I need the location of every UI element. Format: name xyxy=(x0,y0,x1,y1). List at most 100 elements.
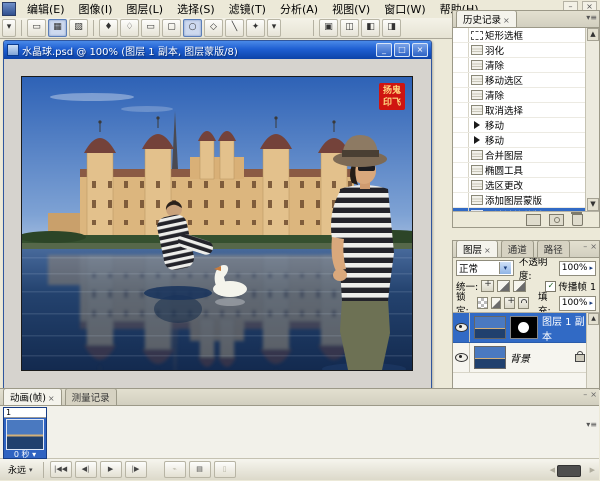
tab-paths[interactable]: 路径 xyxy=(537,240,570,257)
menu-select[interactable]: 选择(S) xyxy=(170,0,222,18)
arrow-right-icon[interactable]: ▸ xyxy=(589,264,593,272)
new-document-from-state-icon[interactable] xyxy=(526,214,541,226)
history-state[interactable]: 椭圆工具 xyxy=(453,163,599,178)
opacity-field[interactable]: 100% ▸ xyxy=(559,261,596,276)
lock-position-icon[interactable] xyxy=(504,297,515,309)
unify-visibility-icon[interactable] xyxy=(497,280,510,292)
layer-thumbnail[interactable] xyxy=(474,316,506,339)
history-state[interactable]: 选区更改 xyxy=(453,178,599,193)
exclude-shape-icon[interactable]: ◨ xyxy=(382,19,401,37)
tab-close-icon[interactable]: × xyxy=(48,394,55,403)
tool-preset-picker[interactable]: ▾ xyxy=(2,19,16,37)
subtract-from-shape-icon[interactable]: ◫ xyxy=(340,19,359,37)
shape-options-arrow-icon[interactable]: ▾ xyxy=(267,19,281,37)
menu-view[interactable]: 视图(V) xyxy=(325,0,377,18)
blend-mode-select[interactable]: 正常 ▾ xyxy=(456,260,514,276)
custom-shape-tool-icon[interactable]: ✦ xyxy=(246,19,265,37)
layer-mask-thumbnail[interactable] xyxy=(510,316,538,339)
tab-measurement-log[interactable]: 测量记录 xyxy=(65,388,117,405)
menu-edit[interactable]: 编辑(E) xyxy=(20,0,72,18)
doc-minimize-icon[interactable]: _ xyxy=(376,43,392,57)
rectangle-tool-icon[interactable]: ▭ xyxy=(141,19,160,37)
visibility-cell[interactable] xyxy=(453,313,470,342)
delete-frame-icon[interactable]: ▯ xyxy=(214,461,236,478)
menu-layer[interactable]: 图层(L) xyxy=(119,0,170,18)
scroll-right-icon[interactable]: ▶ xyxy=(590,466,595,474)
tween-icon[interactable]: ⌁ xyxy=(164,461,186,478)
layer-name[interactable]: 背景 xyxy=(510,350,530,365)
layer-thumbnail[interactable] xyxy=(474,346,506,369)
pen-tool-icon[interactable]: ♦ xyxy=(99,19,118,37)
close-icon[interactable]: × xyxy=(590,390,597,399)
history-state[interactable]: 清除 xyxy=(453,58,599,73)
first-frame-icon[interactable]: |◀◀ xyxy=(50,461,72,478)
tab-layers[interactable]: 图层× xyxy=(456,240,498,257)
resize-grip[interactable] xyxy=(557,465,581,477)
unify-style-icon[interactable] xyxy=(513,280,526,292)
previous-frame-icon[interactable]: ◀| xyxy=(75,461,97,478)
document-title-bar[interactable]: 水晶球.psd @ 100% (图层 1 副本, 图层蒙版/8) _ □ × xyxy=(4,41,431,59)
fill-pixels-icon[interactable]: ▨ xyxy=(69,19,88,37)
layer-row-layer1-copy[interactable]: 图层 1 副本 xyxy=(453,313,599,343)
visibility-cell[interactable] xyxy=(453,343,470,372)
history-state[interactable]: 取消选择 xyxy=(453,103,599,118)
arrow-right-icon[interactable]: ▸ xyxy=(589,299,593,307)
frame-delay[interactable]: 0 秒 ▾ xyxy=(4,450,46,459)
layer-name[interactable]: 图层 1 副本 xyxy=(542,313,585,343)
history-scrollbar[interactable]: ▲ ▼ xyxy=(585,28,599,211)
unify-position-icon[interactable] xyxy=(481,280,494,292)
image-canvas[interactable]: 扬鬼 印飞 xyxy=(21,76,413,371)
loop-select[interactable]: 永远 ▾ xyxy=(4,462,37,478)
tab-history[interactable]: 历史记录× xyxy=(456,10,517,27)
next-frame-icon[interactable]: |▶ xyxy=(125,461,147,478)
history-panel-menu-icon[interactable]: ▾≡ xyxy=(586,13,597,22)
paths-icon[interactable]: ▦ xyxy=(48,19,67,37)
close-icon[interactable]: × xyxy=(590,242,597,251)
history-state[interactable]: 移动选区 xyxy=(453,73,599,88)
tab-close-icon[interactable]: × xyxy=(503,16,510,25)
history-state[interactable]: 矩形选框 xyxy=(453,28,599,43)
tab-animation-frames[interactable]: 动画(帧)× xyxy=(3,388,62,405)
history-state[interactable]: 清除 xyxy=(453,88,599,103)
tab-channels[interactable]: 通道 xyxy=(501,240,534,257)
scroll-up-icon[interactable]: ▲ xyxy=(587,28,599,41)
play-icon[interactable]: ▶ xyxy=(100,461,122,478)
doc-close-icon[interactable]: × xyxy=(412,43,428,57)
menu-window[interactable]: 窗口(W) xyxy=(377,0,432,18)
delete-state-icon[interactable] xyxy=(572,214,583,226)
ellipse-tool-icon[interactable]: ○ xyxy=(183,19,202,37)
scroll-left-icon[interactable]: ◀ xyxy=(550,466,555,474)
minimize-icon[interactable]: – xyxy=(583,390,587,399)
menu-analysis[interactable]: 分析(A) xyxy=(273,0,325,18)
frame-1[interactable]: 1 0 秒 ▾ xyxy=(3,407,47,459)
scroll-up-icon[interactable]: ▲ xyxy=(588,313,599,325)
history-state[interactable]: 合并图层 xyxy=(453,148,599,163)
polygon-tool-icon[interactable]: ◇ xyxy=(204,19,223,37)
line-tool-icon[interactable]: ╲ xyxy=(225,19,244,37)
history-state[interactable]: 移动 xyxy=(453,118,599,133)
shape-layers-icon[interactable]: ▭ xyxy=(27,19,46,37)
layers-scrollbar[interactable]: ▲ xyxy=(586,313,599,389)
new-snapshot-icon[interactable] xyxy=(549,214,564,226)
fill-field[interactable]: 100% ▸ xyxy=(559,296,596,311)
new-frame-icon[interactable]: ▤ xyxy=(189,461,211,478)
history-state[interactable]: 移动 xyxy=(453,133,599,148)
menu-filter[interactable]: 滤镜(T) xyxy=(222,0,273,18)
rounded-rectangle-tool-icon[interactable]: ▢ xyxy=(162,19,181,37)
lock-all-icon[interactable] xyxy=(518,297,529,309)
menu-image[interactable]: 图像(I) xyxy=(72,0,120,18)
intersect-shape-icon[interactable]: ◧ xyxy=(361,19,380,37)
add-to-shape-icon[interactable]: ▣ xyxy=(319,19,338,37)
freeform-pen-tool-icon[interactable]: ♢ xyxy=(120,19,139,37)
tab-close-icon[interactable]: × xyxy=(484,246,491,255)
app-icon xyxy=(2,2,16,16)
minimize-icon[interactable]: – xyxy=(583,242,587,251)
layer-row-background[interactable]: 背景 xyxy=(453,343,599,373)
history-state[interactable]: 添加图层蒙版 xyxy=(453,193,599,208)
animation-panel-menu-icon[interactable]: ▾≡ xyxy=(586,420,597,429)
scroll-down-icon[interactable]: ▼ xyxy=(587,198,599,211)
doc-maximize-icon[interactable]: □ xyxy=(394,43,410,57)
history-state[interactable]: 羽化 xyxy=(453,43,599,58)
lock-image-icon[interactable] xyxy=(491,297,502,309)
lock-transparency-icon[interactable] xyxy=(477,297,488,309)
